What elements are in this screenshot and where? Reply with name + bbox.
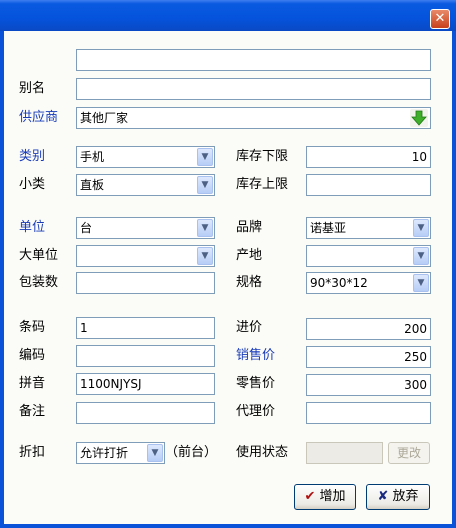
sale-price-field[interactable]: 250 xyxy=(306,346,431,368)
category-label: 类别 xyxy=(19,149,46,164)
chevron-down-icon[interactable]: ▼ xyxy=(413,219,429,237)
cross-icon: ✘ xyxy=(377,489,389,504)
category-select[interactable]: 手机 ▼ xyxy=(76,146,215,168)
chevron-down-icon[interactable]: ▼ xyxy=(413,247,429,265)
spec-value: 90*30*12 xyxy=(310,276,368,290)
barcode-label: 条码 xyxy=(19,320,46,335)
unit-label: 单位 xyxy=(19,220,46,235)
discount-label: 折扣 xyxy=(19,445,46,460)
origin-label: 产地 xyxy=(236,248,263,263)
add-button[interactable]: ✔ 增加 xyxy=(294,484,356,510)
front-desk-note: （前台） xyxy=(165,445,218,460)
chevron-down-icon[interactable]: ▼ xyxy=(413,274,429,292)
sale-price-label: 销售价 xyxy=(236,348,276,363)
stock-lower-label: 库存下限 xyxy=(236,149,289,164)
usage-status-field xyxy=(306,442,383,464)
purchase-price-label: 进价 xyxy=(236,320,263,335)
big-unit-label: 大单位 xyxy=(19,248,59,263)
subcategory-select[interactable]: 直板 ▼ xyxy=(76,174,215,196)
cancel-button[interactable]: ✘ 放弃 xyxy=(366,484,430,510)
window-frame-bottom xyxy=(0,524,456,528)
brand-value: 诺基亚 xyxy=(310,221,347,235)
usage-status-label: 使用状态 xyxy=(236,445,289,460)
retail-price-label: 零售价 xyxy=(236,376,276,391)
window-titlebar: ✕ xyxy=(0,0,456,31)
chevron-down-icon[interactable]: ▼ xyxy=(197,176,213,194)
supplier-field[interactable]: 其他厂家 xyxy=(76,107,431,129)
window-frame-right xyxy=(452,31,456,528)
stock-upper-field[interactable] xyxy=(306,174,431,196)
subcategory-value: 直板 xyxy=(80,178,105,192)
retail-price-field[interactable]: 300 xyxy=(306,374,431,396)
code-field[interactable] xyxy=(76,345,215,367)
brand-label: 品牌 xyxy=(236,220,263,235)
brand-select[interactable]: 诺基亚 ▼ xyxy=(306,217,431,239)
unit-select[interactable]: 台 ▼ xyxy=(76,217,215,239)
pinyin-label: 拼音 xyxy=(19,376,46,391)
subcategory-label: 小类 xyxy=(19,177,46,192)
select-supplier-icon[interactable] xyxy=(410,109,428,127)
change-button: 更改 xyxy=(388,442,430,464)
add-button-label: 增加 xyxy=(319,489,346,504)
chevron-down-icon[interactable]: ▼ xyxy=(197,148,213,166)
checkmark-icon: ✔ xyxy=(304,489,316,504)
purchase-price-field[interactable]: 200 xyxy=(306,318,431,340)
discount-select[interactable]: 允许打折 ▼ xyxy=(76,442,165,464)
cancel-button-label: 放弃 xyxy=(392,489,419,504)
category-value: 手机 xyxy=(80,150,105,164)
discount-value: 允许打折 xyxy=(80,446,129,460)
unit-value: 台 xyxy=(80,221,93,235)
origin-select[interactable]: ▼ xyxy=(306,245,431,267)
big-unit-select[interactable]: ▼ xyxy=(76,245,215,267)
agent-price-field[interactable] xyxy=(306,402,431,424)
remark-field[interactable] xyxy=(76,402,215,424)
pinyin-field[interactable]: 1100NJYSJ xyxy=(76,373,215,395)
spec-select[interactable]: 90*30*12 ▼ xyxy=(306,272,431,294)
chevron-down-icon[interactable]: ▼ xyxy=(197,219,213,237)
remark-label: 备注 xyxy=(19,404,46,419)
spec-label: 规格 xyxy=(236,275,263,290)
barcode-field[interactable]: 1 xyxy=(76,317,215,339)
agent-price-label: 代理价 xyxy=(236,404,276,419)
stock-upper-label: 库存上限 xyxy=(236,177,289,192)
package-count-field[interactable] xyxy=(76,272,215,294)
chevron-down-icon[interactable]: ▼ xyxy=(147,444,163,462)
code-label: 编码 xyxy=(19,348,46,363)
close-button[interactable]: ✕ xyxy=(430,9,450,29)
chevron-down-icon[interactable]: ▼ xyxy=(197,247,213,265)
alias-label: 别名 xyxy=(19,81,46,96)
close-icon: ✕ xyxy=(434,11,446,26)
supplier-label: 供应商 xyxy=(19,110,59,125)
stock-lower-field[interactable]: 10 xyxy=(306,146,431,168)
package-count-label: 包装数 xyxy=(19,275,59,290)
alias-field[interactable] xyxy=(76,78,431,100)
name-field[interactable] xyxy=(76,49,431,71)
